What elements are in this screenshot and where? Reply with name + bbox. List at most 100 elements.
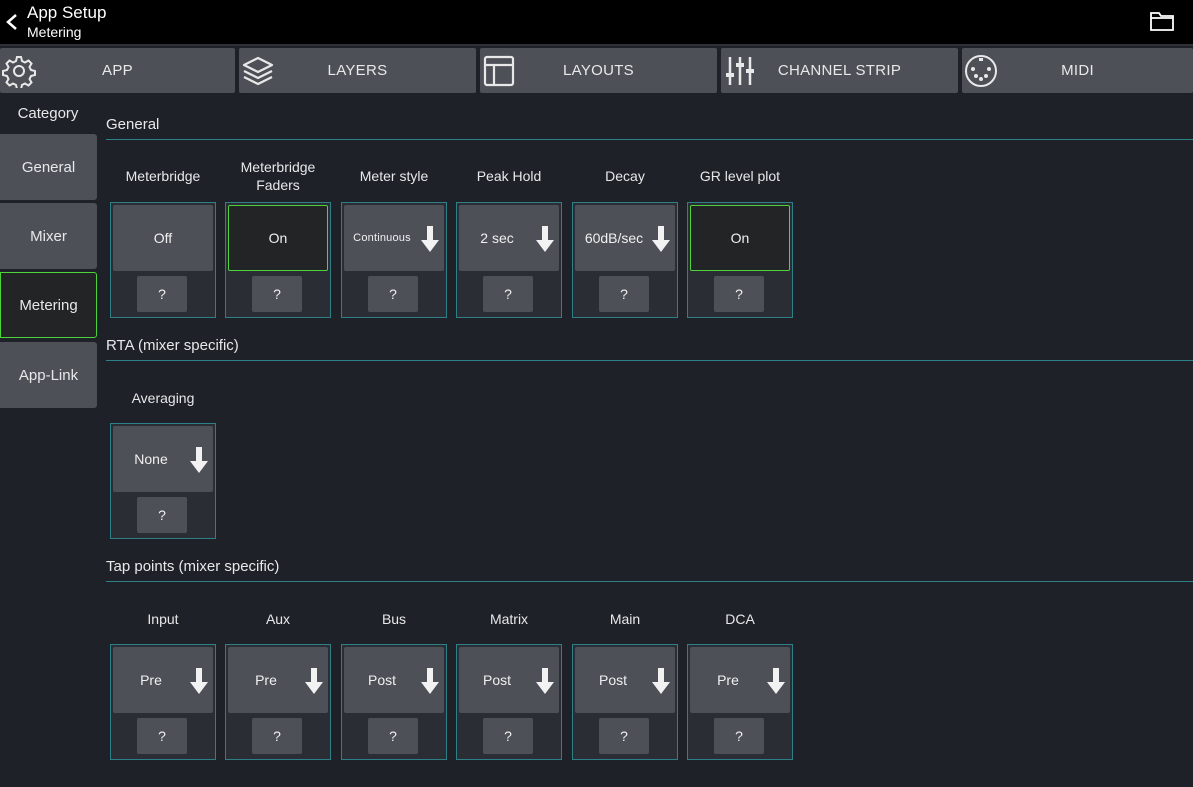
section-title-tap-points: Tap points (mixer specific): [106, 558, 280, 575]
control-value: Pre: [717, 672, 739, 688]
help-button[interactable]: ?: [483, 276, 533, 312]
tab-channel-strip[interactable]: CHANNEL STRIP: [721, 48, 958, 93]
help-button[interactable]: ?: [137, 718, 187, 754]
sidebar-item-metering[interactable]: Metering: [0, 272, 97, 338]
arrow-down-icon: [305, 668, 323, 694]
meterbridge-control: Off ?: [110, 202, 216, 318]
control-value: Pre: [140, 672, 162, 688]
tab-label: LAYOUTS: [562, 62, 634, 79]
arrow-down-icon: [536, 226, 554, 252]
tab-label: MIDI: [1061, 62, 1094, 79]
help-button[interactable]: ?: [599, 276, 649, 312]
section-divider: [106, 139, 1193, 140]
header-divider: [0, 44, 1193, 46]
arrow-down-icon: [421, 668, 439, 694]
help-button[interactable]: ?: [714, 718, 764, 754]
tab-midi[interactable]: MIDI: [962, 48, 1193, 93]
dca-tap-control: Pre ?: [687, 644, 793, 760]
section-divider: [106, 581, 1193, 582]
meterbridge-toggle[interactable]: Off: [113, 205, 213, 271]
arrow-down-icon: [190, 447, 208, 473]
tab-layers[interactable]: LAYERS: [239, 48, 476, 93]
tab-label: APP: [102, 62, 133, 79]
folder-icon[interactable]: [1149, 10, 1175, 32]
arrow-down-icon: [190, 668, 208, 694]
control-label: GR level plot: [699, 168, 781, 184]
meterbridge-faders-toggle[interactable]: On: [228, 205, 328, 271]
tab-app[interactable]: APP: [0, 48, 235, 93]
sidebar-item-general[interactable]: General: [0, 134, 97, 200]
control-value: Pre: [255, 672, 277, 688]
matrix-tap-dropdown[interactable]: Post: [459, 647, 559, 713]
help-button[interactable]: ?: [252, 276, 302, 312]
control-label: Meterbridge: [125, 168, 201, 184]
meter-style-control: Continuous ?: [341, 202, 447, 318]
arrow-down-icon: [421, 226, 439, 252]
help-button[interactable]: ?: [599, 718, 649, 754]
control-label: Meter style: [359, 168, 429, 184]
arrow-down-icon: [652, 668, 670, 694]
category-title: Category: [17, 105, 79, 122]
control-value: On: [730, 230, 750, 246]
control-label: Bus: [381, 611, 407, 627]
tab-label: LAYERS: [327, 62, 388, 79]
control-label: Decay: [605, 168, 645, 184]
app-header: App Setup Metering: [0, 0, 1193, 44]
control-label: Aux: [265, 611, 291, 627]
tab-label: CHANNEL STRIP: [777, 62, 902, 79]
input-tap-control: Pre ?: [110, 644, 216, 760]
help-button[interactable]: ?: [714, 276, 764, 312]
help-button[interactable]: ?: [368, 718, 418, 754]
arrow-down-icon: [767, 668, 785, 694]
section-divider: [106, 360, 1193, 361]
control-value: Post: [367, 672, 396, 688]
dca-tap-dropdown[interactable]: Pre: [690, 647, 790, 713]
control-label: Averaging: [131, 390, 195, 406]
input-tap-dropdown[interactable]: Pre: [113, 647, 213, 713]
decay-dropdown[interactable]: 60dB/sec: [575, 205, 675, 271]
control-value: 2 sec: [480, 230, 514, 246]
sidebar-item-mixer[interactable]: Mixer: [0, 203, 97, 269]
help-button[interactable]: ?: [137, 497, 187, 533]
control-label: Matrix: [489, 611, 529, 627]
arrow-down-icon: [652, 226, 670, 252]
control-value: 60dB/sec: [584, 230, 644, 246]
decay-control: 60dB/sec ?: [572, 202, 678, 318]
page-subtitle: Metering: [27, 24, 82, 40]
averaging-dropdown[interactable]: None: [113, 426, 213, 492]
section-title-general: General: [106, 116, 160, 133]
chevron-left-icon[interactable]: [4, 12, 20, 32]
control-value: On: [268, 230, 288, 246]
control-label: Meterbridge Faders: [240, 159, 316, 193]
control-value: Post: [598, 672, 627, 688]
control-label: Peak Hold: [476, 168, 542, 184]
gr-level-plot-control: On ?: [687, 202, 793, 318]
peak-hold-dropdown[interactable]: 2 sec: [459, 205, 559, 271]
control-label: Input: [147, 611, 179, 627]
matrix-tap-control: Post ?: [456, 644, 562, 760]
meter-style-dropdown[interactable]: Continuous: [344, 205, 444, 271]
help-button[interactable]: ?: [137, 276, 187, 312]
aux-tap-dropdown[interactable]: Pre: [228, 647, 328, 713]
help-button[interactable]: ?: [252, 718, 302, 754]
arrow-down-icon: [536, 668, 554, 694]
main-tap-control: Post ?: [572, 644, 678, 760]
aux-tap-control: Pre ?: [225, 644, 331, 760]
control-value: Off: [153, 230, 173, 246]
main-tap-dropdown[interactable]: Post: [575, 647, 675, 713]
peak-hold-control: 2 sec ?: [456, 202, 562, 318]
sidebar-item-app-link[interactable]: App-Link: [0, 342, 97, 408]
control-value: Post: [482, 672, 511, 688]
help-button[interactable]: ?: [483, 718, 533, 754]
page-title: App Setup: [27, 3, 107, 22]
averaging-control: None ?: [110, 423, 216, 539]
gr-level-plot-toggle[interactable]: On: [690, 205, 790, 271]
help-button[interactable]: ?: [368, 276, 418, 312]
bus-tap-dropdown[interactable]: Post: [344, 647, 444, 713]
control-label: DCA: [725, 611, 755, 627]
control-value: None: [134, 451, 168, 467]
control-label: Main: [609, 611, 641, 627]
tab-layouts[interactable]: LAYOUTS: [480, 48, 717, 93]
control-value: Continuous: [353, 232, 411, 244]
section-title-rta: RTA (mixer specific): [106, 337, 239, 354]
